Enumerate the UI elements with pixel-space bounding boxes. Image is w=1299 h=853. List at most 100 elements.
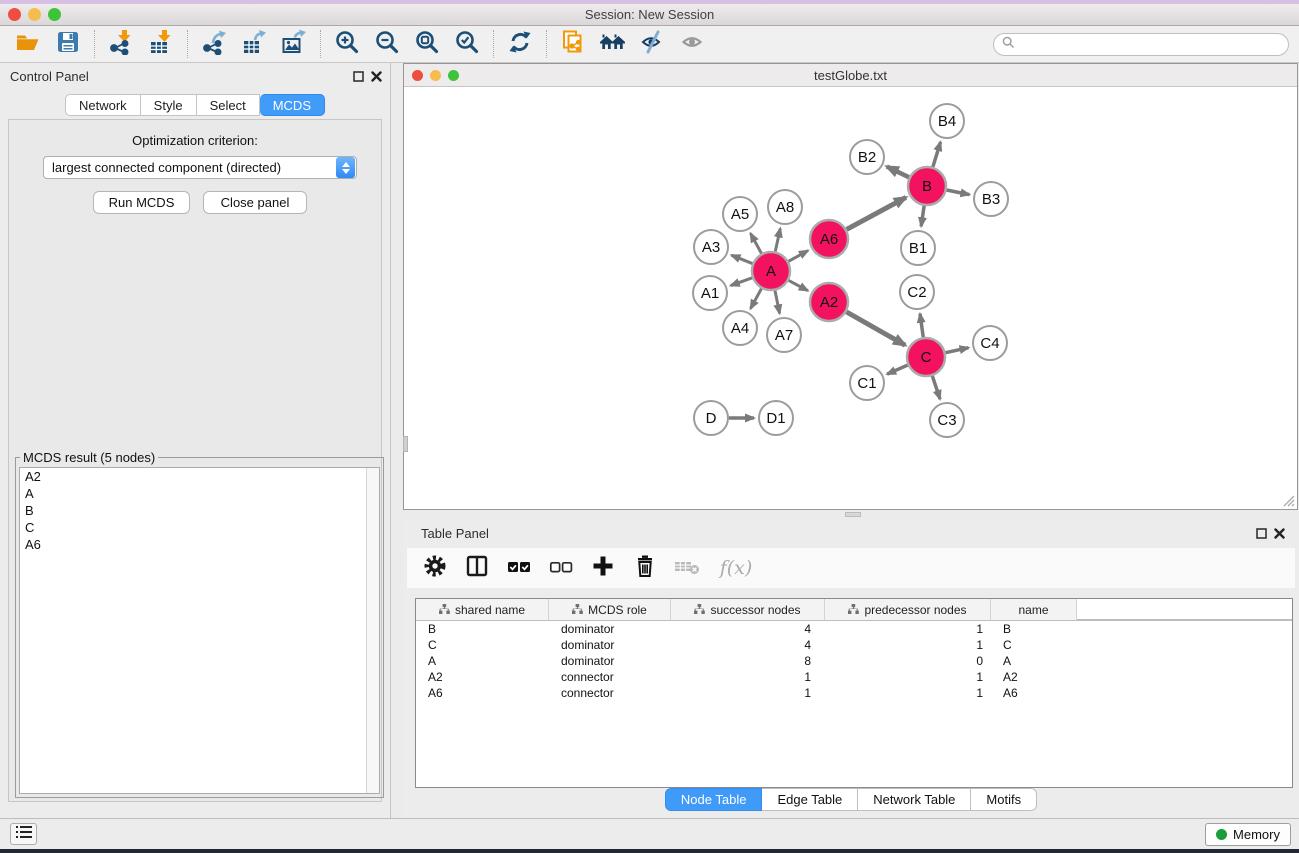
tab-network[interactable]: Network	[65, 94, 141, 116]
graph-edge-A-A8[interactable]	[775, 228, 780, 251]
task-history-button[interactable]	[10, 823, 37, 845]
table-row[interactable]: Adominator80A	[416, 653, 1292, 669]
save-session-button[interactable]	[48, 29, 88, 59]
graph-edge-B-B2[interactable]	[887, 167, 909, 178]
graph-node-D[interactable]: D	[694, 401, 728, 435]
import-table-button[interactable]	[141, 29, 181, 59]
column-header-mcds-role[interactable]: MCDS role	[549, 599, 671, 620]
graph-edge-C-C3[interactable]	[932, 376, 940, 399]
graph-node-A2[interactable]: A2	[810, 283, 848, 321]
result-item[interactable]: B	[20, 502, 379, 519]
run-mcds-button[interactable]: Run MCDS	[93, 191, 190, 214]
graph-edge-A-A3[interactable]	[731, 255, 752, 263]
apply-layout-button[interactable]	[500, 29, 540, 59]
graph-node-B1[interactable]: B1	[901, 231, 935, 265]
show-all-button[interactable]	[673, 29, 713, 59]
graph-node-A1[interactable]: A1	[693, 276, 727, 310]
column-header-successor-nodes[interactable]: successor nodes	[671, 599, 825, 620]
graph-edge-A-A4[interactable]	[751, 289, 762, 309]
zoom-in-button[interactable]	[327, 29, 367, 59]
result-item[interactable]: C	[20, 519, 379, 536]
tab-motifs[interactable]: Motifs	[971, 788, 1037, 811]
tab-style[interactable]: Style	[141, 94, 197, 116]
close-panel-icon[interactable]	[371, 69, 382, 87]
graph-edge-B-B1[interactable]	[921, 206, 924, 226]
graph-node-B[interactable]: B	[908, 167, 946, 205]
table-settings-button[interactable]	[421, 554, 449, 582]
tab-edge-table[interactable]: Edge Table	[762, 788, 858, 811]
search-input[interactable]	[1020, 38, 1280, 52]
tab-mcds[interactable]: MCDS	[260, 94, 325, 116]
tab-network-table[interactable]: Network Table	[858, 788, 971, 811]
export-image-button[interactable]	[274, 29, 314, 59]
graph-node-D1[interactable]: D1	[759, 401, 793, 435]
table-row[interactable]: Cdominator41C	[416, 637, 1292, 653]
graph-edge-A-A5[interactable]	[751, 233, 762, 253]
search-field[interactable]	[993, 33, 1289, 56]
delete-column-button[interactable]	[631, 554, 659, 582]
deselect-all-button[interactable]	[547, 554, 575, 582]
graph-node-A4[interactable]: A4	[723, 311, 757, 345]
network-overview-button[interactable]	[593, 29, 633, 59]
graph-node-C2[interactable]: C2	[900, 275, 934, 309]
graph-node-C[interactable]: C	[907, 338, 945, 376]
graph-edge-C-C1[interactable]	[887, 365, 908, 374]
result-scrollbar[interactable]	[366, 468, 379, 793]
graph-node-C3[interactable]: C3	[930, 403, 964, 437]
graph-edge-A6-B[interactable]	[847, 197, 906, 229]
table-row[interactable]: Bdominator41B	[416, 621, 1292, 637]
column-header-shared-name[interactable]: shared name	[416, 599, 549, 620]
graph-node-B3[interactable]: B3	[974, 182, 1008, 216]
import-network-button[interactable]	[101, 29, 141, 59]
graph-node-C4[interactable]: C4	[973, 326, 1007, 360]
select-all-button[interactable]	[505, 554, 533, 582]
horizontal-splitter-handle[interactable]	[845, 512, 861, 517]
open-session-button[interactable]	[8, 29, 48, 59]
memory-button[interactable]: Memory	[1205, 823, 1291, 846]
graph-node-B4[interactable]: B4	[930, 104, 964, 138]
float-panel-icon[interactable]	[353, 69, 364, 87]
graph-edge-A2-C[interactable]	[846, 312, 905, 345]
zoom-selected-button[interactable]	[447, 29, 487, 59]
network-canvas[interactable]: B4B2BB3A5A8A6A3AB1A1A2C2A4A7C4CC1DD1C3	[404, 87, 1297, 509]
duplicate-network-button[interactable]	[553, 29, 593, 59]
tab-node-table[interactable]: Node Table	[665, 788, 763, 811]
graph-node-A[interactable]: A	[752, 252, 790, 290]
graph-edge-A-A7[interactable]	[775, 291, 780, 314]
graph-node-A7[interactable]: A7	[767, 318, 801, 352]
graph-edge-A-A1[interactable]	[731, 278, 752, 286]
resize-grip[interactable]	[1282, 494, 1295, 507]
result-item[interactable]: A6	[20, 536, 379, 553]
export-network-button[interactable]	[194, 29, 234, 59]
column-header-name[interactable]: name	[991, 599, 1077, 620]
graph-edge-B-B3[interactable]	[947, 190, 970, 195]
criterion-dropdown[interactable]: largest connected component (directed)	[43, 156, 357, 179]
graph-node-A5[interactable]: A5	[723, 197, 757, 231]
tab-select[interactable]: Select	[197, 94, 260, 116]
graph-edge-B-B4[interactable]	[933, 142, 941, 167]
column-header-predecessor-nodes[interactable]: predecessor nodes	[825, 599, 991, 620]
hide-selected-button[interactable]	[633, 29, 673, 59]
table-row[interactable]: A2connector11A2	[416, 669, 1292, 685]
function-builder-button[interactable]: f(x)	[715, 554, 757, 582]
delete-table-button[interactable]	[673, 554, 701, 582]
table-row[interactable]: A6connector11A6	[416, 685, 1292, 701]
add-column-button[interactable]	[589, 554, 617, 582]
zoom-out-button[interactable]	[367, 29, 407, 59]
graph-node-B2[interactable]: B2	[850, 140, 884, 174]
float-panel-icon[interactable]	[1256, 526, 1267, 544]
zoom-fit-button[interactable]	[407, 29, 447, 59]
close-panel-icon[interactable]	[1274, 526, 1285, 544]
panel-splitter-handle[interactable]	[403, 436, 408, 452]
graph-edge-C-C4[interactable]	[946, 348, 969, 353]
result-item[interactable]: A	[20, 485, 379, 502]
graph-edge-C-C2[interactable]	[920, 314, 923, 337]
graph-node-C1[interactable]: C1	[850, 366, 884, 400]
graph-node-A8[interactable]: A8	[768, 190, 802, 224]
column-visibility-button[interactable]	[463, 554, 491, 582]
close-panel-button[interactable]: Close panel	[203, 191, 307, 214]
export-table-button[interactable]	[234, 29, 274, 59]
result-item[interactable]: A2	[20, 468, 379, 485]
graph-edge-A-A2[interactable]	[789, 280, 808, 290]
graph-node-A3[interactable]: A3	[694, 230, 728, 264]
